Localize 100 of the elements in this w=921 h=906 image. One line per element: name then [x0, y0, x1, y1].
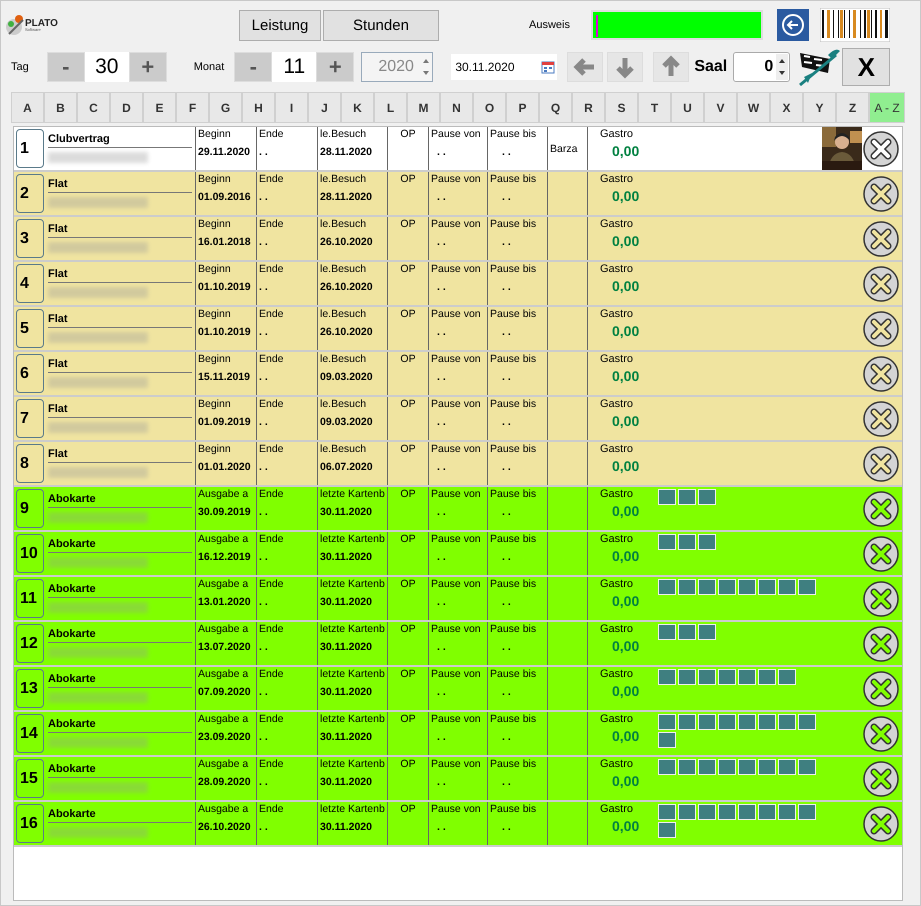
day-field[interactable]: 30 [84, 52, 129, 82]
letter-tab[interactable]: Z [836, 92, 869, 123]
letter-tab[interactable]: S [605, 92, 638, 123]
remove-button[interactable] [862, 804, 900, 842]
back-button[interactable] [776, 9, 809, 41]
letter-tab[interactable]: I [275, 92, 308, 123]
letter-tab[interactable]: U [671, 92, 704, 123]
visit-label: le.Besuch [320, 263, 368, 275]
remove-button[interactable] [862, 490, 900, 528]
remove-button[interactable] [862, 174, 900, 212]
visit-label: le.Besuch [320, 173, 368, 185]
stunden-button[interactable]: Stunden [323, 10, 439, 40]
letter-tab[interactable]: R [572, 92, 605, 123]
barcode-icon[interactable] [820, 8, 890, 42]
remove-button[interactable] [862, 354, 900, 392]
left-arrow-button[interactable] [567, 52, 604, 82]
saal-spinner[interactable]: 0 [733, 52, 790, 82]
remove-button[interactable] [862, 714, 900, 752]
letter-tab[interactable]: N [440, 92, 473, 123]
remove-button[interactable] [862, 760, 900, 798]
ausweis-label: Ausweis [529, 19, 570, 31]
remove-button[interactable] [862, 220, 900, 258]
gastro-label: Gastro [600, 622, 634, 635]
remove-button[interactable] [862, 534, 900, 572]
remove-button[interactable] [862, 400, 900, 438]
start-date: 30.09.2019 [198, 506, 252, 518]
saal-label: Saal [694, 58, 728, 76]
end-date: . . [259, 146, 269, 158]
remove-button[interactable] [862, 580, 900, 618]
remove-button[interactable] [862, 130, 900, 168]
flag-icon[interactable] [796, 47, 840, 87]
letter-tab[interactable]: P [506, 92, 539, 123]
minus-button[interactable]: - [46, 52, 85, 82]
punch-square [738, 669, 756, 685]
letter-tab[interactable]: V [704, 92, 737, 123]
letter-tab[interactable]: G [209, 92, 242, 123]
member-row[interactable]: 2 Flat Beginn 01.09.2016 Ende . . le.Besuch 28.11.2020 OP Pause von . . Pause bis . . Gastro 0,00 [14, 172, 902, 217]
close-button[interactable]: X [842, 48, 890, 86]
member-row[interactable]: 1 Clubvertrag Beginn 29.11.2020 Ende . . le.Besuch 28.11.2020 OP Pause von . . Pause bis . . Barza Gastro 0,00 [14, 127, 902, 172]
punch-square [658, 714, 676, 730]
member-row[interactable]: 13 Abokarte Ausgabe a 07.09.2020 Ende . . letzte Kartenb 30.11.2020 OP Pause von . . Pause bis . . Gastro 0,00 [14, 667, 902, 712]
member-row[interactable]: 8 Flat Beginn 01.01.2020 Ende . . le.Besuch 06.07.2020 OP Pause von . . Pause bis . . Gastro 0,00 [14, 442, 902, 487]
member-row[interactable]: 7 Flat Beginn 01.09.2019 Ende . . le.Besuch 09.03.2020 OP Pause von . . Pause bis . . Gastro 0,00 [14, 397, 902, 442]
member-row[interactable]: 10 Abokarte Ausgabe a 16.12.2019 Ende . . letzte Kartenb 30.11.2020 OP Pause von . . Pause bis . . Gastro 0,00 [14, 532, 902, 577]
op-label: OP [400, 758, 416, 770]
member-row[interactable]: 6 Flat Beginn 15.11.2019 Ende . . le.Besuch 09.03.2020 OP Pause von . . Pause bis . . Gastro 0,00 [14, 352, 902, 397]
letter-tab[interactable]: K [341, 92, 374, 123]
letter-tab[interactable]: D [110, 92, 143, 123]
visit-date: 28.11.2020 [320, 191, 373, 203]
member-row[interactable]: 4 Flat Beginn 01.10.2019 Ende . . le.Besuch 26.10.2020 OP Pause von . . Pause bis . . Gastro 0,00 [14, 262, 902, 307]
visit-label: le.Besuch [320, 353, 368, 365]
letter-tab[interactable]: T [638, 92, 671, 123]
member-row[interactable]: 15 Abokarte Ausgabe a 28.09.2020 Ende . . letzte Kartenb 30.11.2020 OP Pause von . . Pause bis . . Gastro 0,00 [14, 757, 902, 802]
up-arrow-button[interactable] [653, 52, 690, 82]
ausweis-field[interactable] [590, 10, 763, 40]
pause-from-label: Pause von [431, 173, 482, 185]
plus-button[interactable]: + [316, 52, 354, 82]
punch-square [778, 714, 796, 730]
leistung-button[interactable]: Leistung [239, 10, 321, 40]
minus-button[interactable]: - [234, 52, 272, 82]
member-row[interactable]: 9 Abokarte Ausgabe a 30.09.2019 Ende . . letzte Kartenb 30.11.2020 OP Pause von . . Pause bis . . Gastro 0,00 [14, 487, 902, 532]
letter-tab[interactable]: B [44, 92, 77, 123]
letter-tab[interactable]: L [374, 92, 407, 123]
letter-tab[interactable]: M [407, 92, 440, 123]
letter-tab[interactable]: Y [803, 92, 836, 123]
member-row[interactable]: 14 Abokarte Ausgabe a 23.09.2020 Ende . . letzte Kartenb 30.11.2020 OP Pause von . . Pause bis . . Gastro 0,00 [14, 712, 902, 757]
remove-button[interactable] [862, 624, 900, 662]
letter-tab[interactable]: A [11, 92, 44, 123]
remove-button[interactable] [862, 264, 900, 302]
pause-from-value: . . [436, 821, 447, 833]
member-row[interactable]: 3 Flat Beginn 16.01.2018 Ende . . le.Besuch 26.10.2020 OP Pause von . . Pause bis . . Gastro 0,00 [14, 217, 902, 262]
member-row[interactable]: 11 Abokarte Ausgabe a 13.01.2020 Ende . . letzte Kartenb 30.11.2020 OP Pause von . . Pause bis . . Gastro 0,00 [14, 577, 902, 622]
punch-square [778, 579, 796, 595]
member-row[interactable]: 12 Abokarte Ausgabe a 13.07.2020 Ende . . letzte Kartenb 30.11.2020 OP Pause von . . Pause bis . . Gastro 0,00 [14, 622, 902, 667]
member-row[interactable]: 5 Flat Beginn 01.10.2019 Ende . . le.Besuch 26.10.2020 OP Pause von . . Pause bis . . Gastro 0,00 [14, 307, 902, 352]
calendar-icon[interactable] [541, 60, 556, 74]
remove-button[interactable] [862, 670, 900, 708]
letter-tab[interactable]: X [770, 92, 803, 123]
letter-tab[interactable]: A - Z [869, 92, 905, 123]
remove-button[interactable] [862, 310, 900, 348]
letter-tab[interactable]: O [473, 92, 506, 123]
plus-button[interactable]: + [128, 52, 167, 82]
letter-tab[interactable]: H [242, 92, 275, 123]
date-field[interactable]: 30.11.2020 [451, 54, 558, 80]
letter-tab[interactable]: Q [539, 92, 572, 123]
membership-type: Flat [48, 268, 192, 283]
letter-tab[interactable]: F [176, 92, 209, 123]
letter-tab[interactable]: C [77, 92, 110, 123]
month-field[interactable]: 11 [272, 52, 316, 82]
visit-label: letzte Kartenb [320, 803, 385, 815]
letter-tab[interactable]: E [143, 92, 176, 123]
close-circle-icon [862, 310, 900, 348]
remove-button[interactable] [862, 444, 900, 482]
down-arrow-button[interactable] [607, 52, 644, 82]
letter-tab[interactable]: W [737, 92, 770, 123]
member-row[interactable]: 16 Abokarte Ausgabe a 26.10.2020 Ende . . letzte Kartenb 30.11.2020 OP Pause von . . Pause bis . . Gastro 0,00 [14, 802, 902, 847]
letter-tab[interactable]: J [308, 92, 341, 123]
visit-date: 28.11.2020 [320, 146, 373, 158]
spin-arrows-icon[interactable] [776, 54, 788, 80]
start-date: 26.10.2020 [198, 821, 252, 833]
